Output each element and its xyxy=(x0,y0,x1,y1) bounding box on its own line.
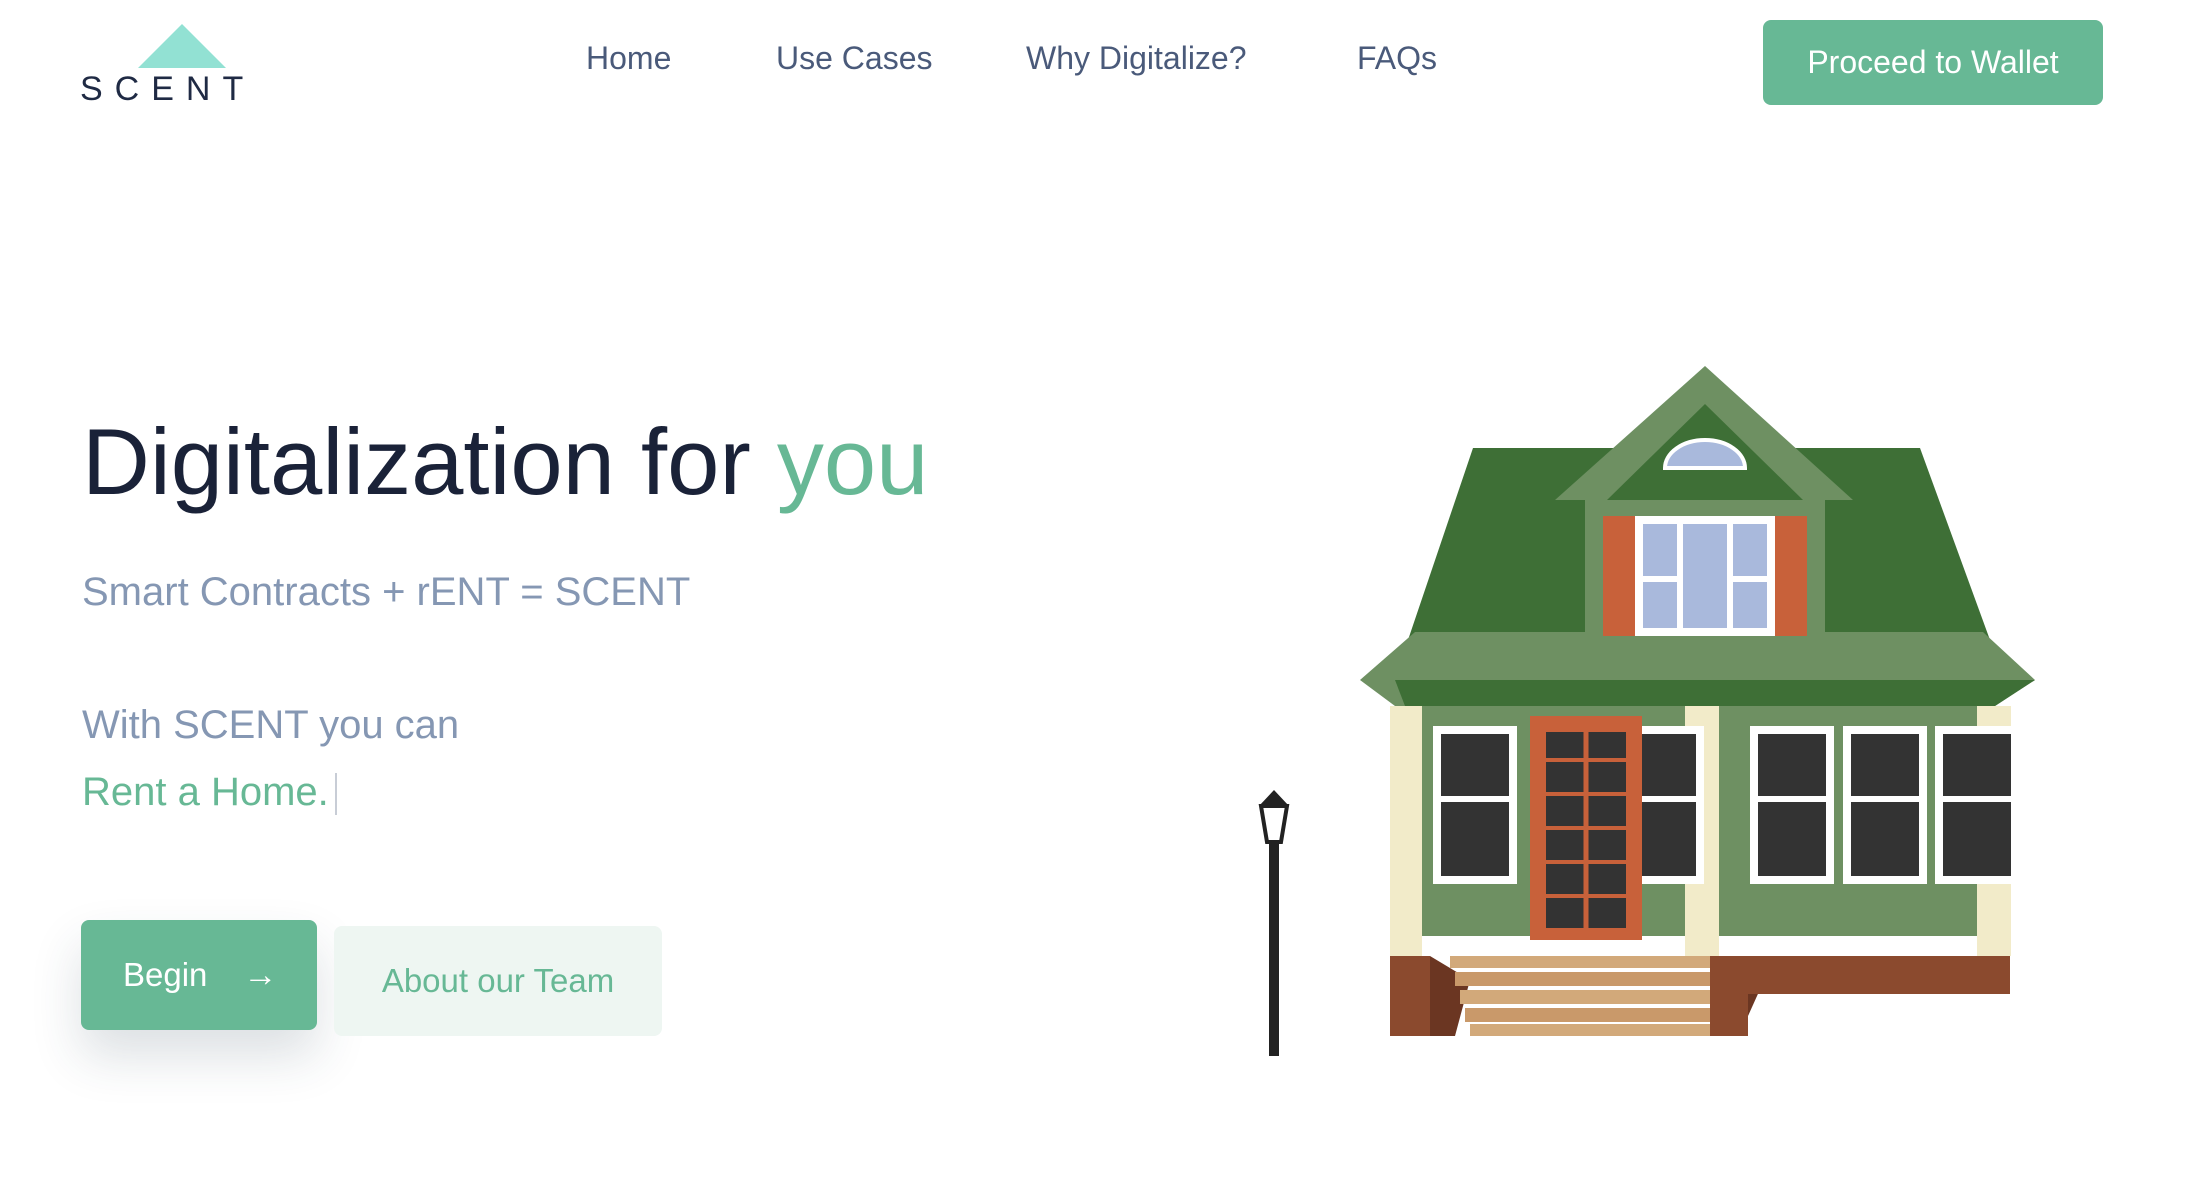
street-lamp-icon xyxy=(1258,790,1290,1056)
hero-title: Digitalization for you xyxy=(82,410,928,513)
house-illustration xyxy=(1258,366,2035,1056)
text-caret xyxy=(334,773,337,816)
proceed-to-wallet-button[interactable]: Proceed to Wallet xyxy=(1763,20,2103,105)
nav-why-digitalize[interactable]: Why Digitalize? xyxy=(1026,40,1247,77)
logo-triangle-icon xyxy=(138,24,226,68)
hero-intro: With SCENT you can xyxy=(82,703,460,747)
scent-logo[interactable]: SCENT xyxy=(80,24,243,108)
arrow-right-icon: → xyxy=(243,955,278,994)
nav-use-cases[interactable]: Use Cases xyxy=(776,40,933,77)
about-team-button[interactable]: About our Team xyxy=(334,926,662,1036)
hero-subtitle: Smart Contracts + rENT = SCENT xyxy=(82,570,691,614)
hero-title-accent: you xyxy=(776,409,929,514)
nav-home[interactable]: Home xyxy=(586,40,671,77)
nav-faqs[interactable]: FAQs xyxy=(1357,40,1437,77)
logo-text: SCENT xyxy=(80,70,256,108)
front-door xyxy=(1530,716,1642,940)
hero-title-prefix: Digitalization for xyxy=(82,409,777,514)
begin-label: Begin xyxy=(123,956,208,993)
typed-text: Rent a Home. xyxy=(82,770,329,814)
dormer xyxy=(1555,366,1853,636)
begin-button[interactable]: Begin → xyxy=(81,920,317,1030)
porch-foundation xyxy=(1390,956,2010,1036)
typed-text-line: Rent a Home. xyxy=(82,770,337,816)
